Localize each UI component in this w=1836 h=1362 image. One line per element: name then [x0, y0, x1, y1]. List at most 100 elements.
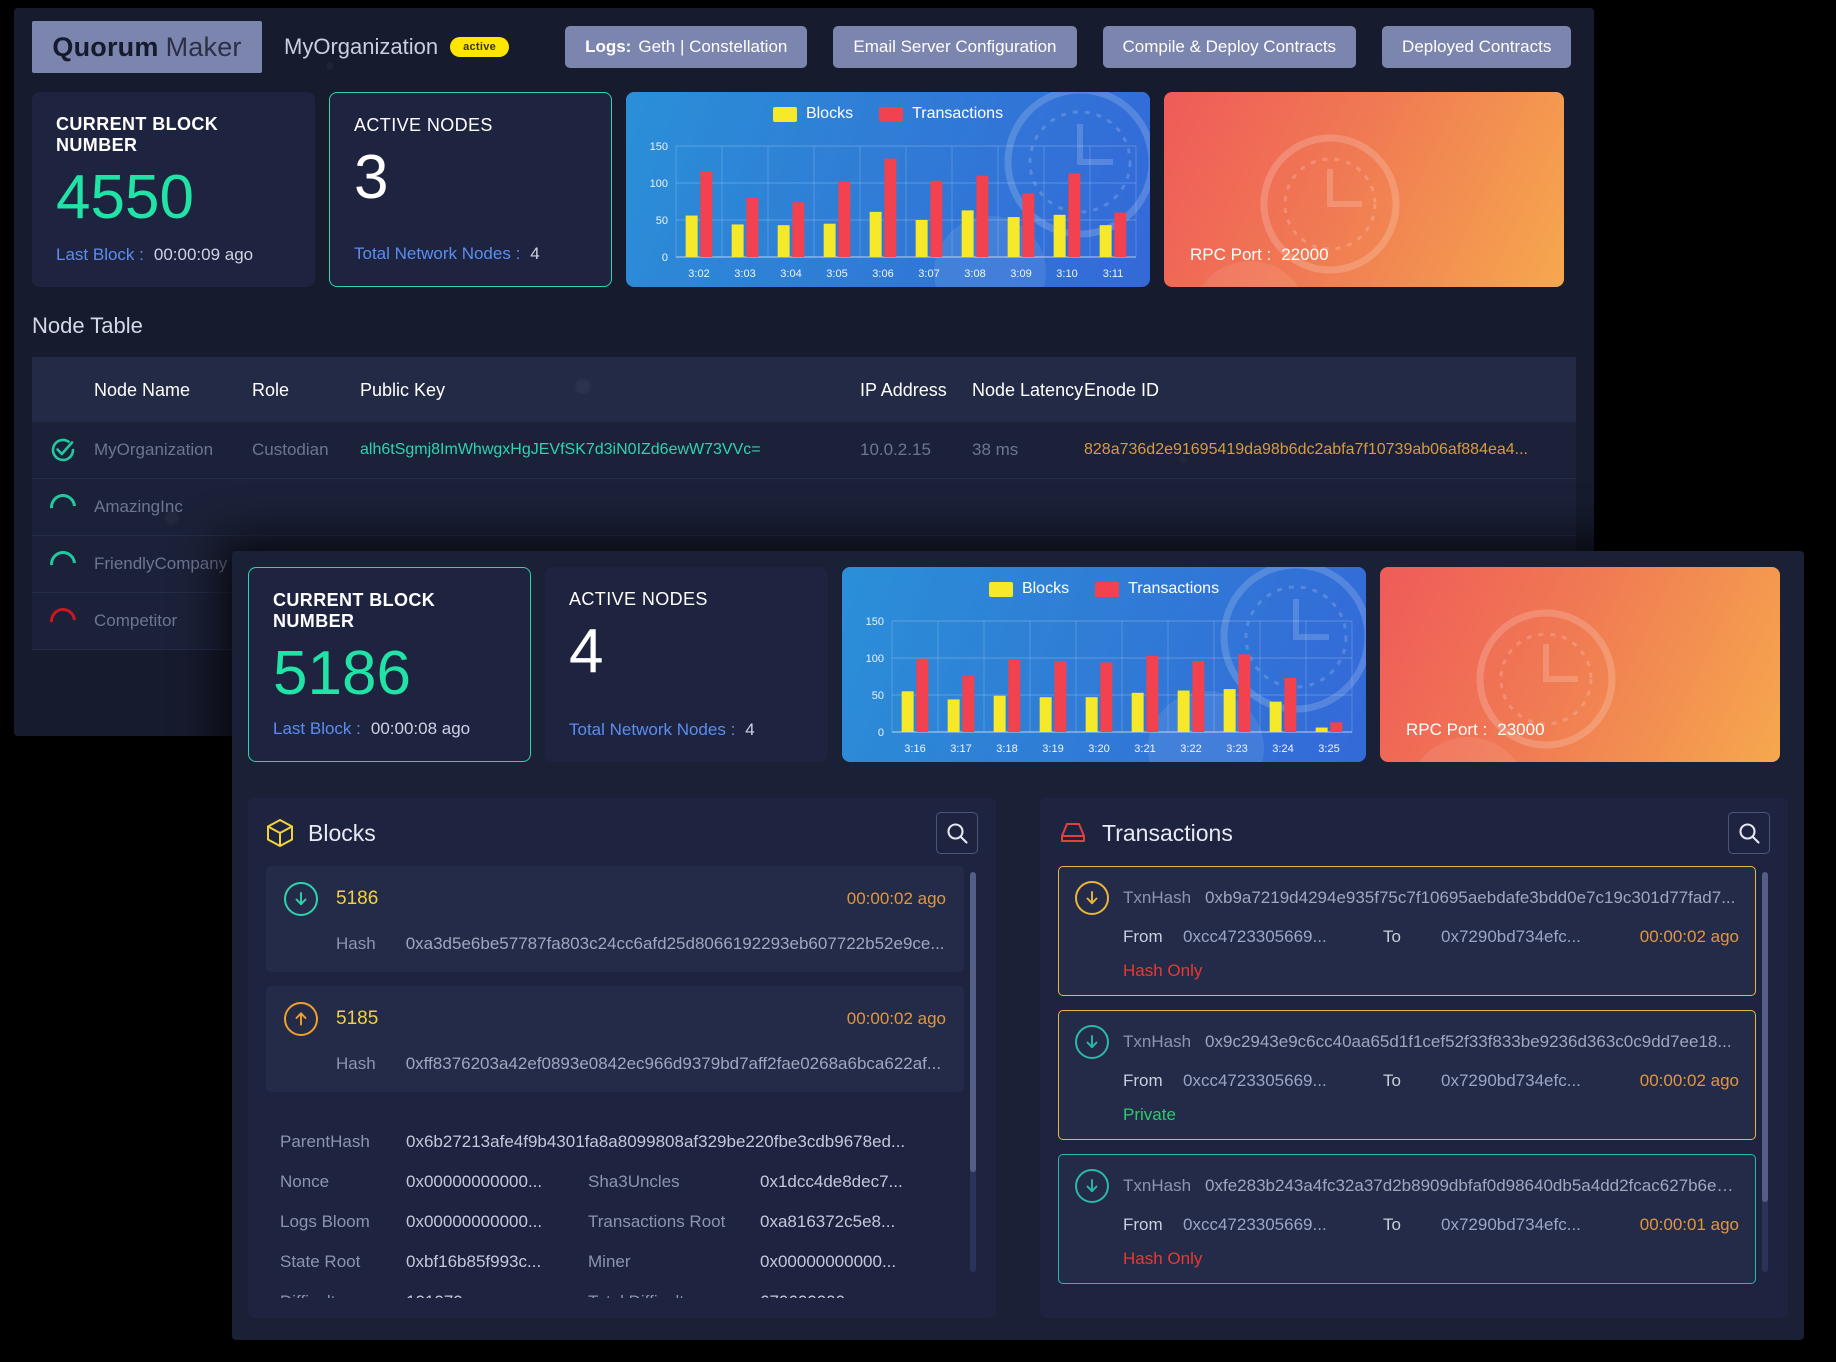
logs-label: Logs: [585, 37, 632, 56]
detail-row: State Root 0xbf16b85f993c... Miner 0x000… [280, 1252, 958, 1272]
privacy-tag-label: Hash Only [1123, 961, 1203, 980]
transactions-list[interactable]: TxnHash 0xb9a7219d4294e935f75c7f10695aeb… [1058, 866, 1770, 1298]
deployed-contracts-button[interactable]: Deployed Contracts [1382, 26, 1572, 68]
card-footer: Total Network Nodes : 4 [569, 720, 755, 740]
detail-value: 0x00000000000... [406, 1212, 543, 1231]
row-status [32, 545, 94, 583]
transactions-panel-header: Transactions [1058, 812, 1770, 866]
card-title: CURRENT BLOCK NUMBER [56, 114, 219, 155]
to-address: 0x7290bd734efc... [1441, 1071, 1581, 1090]
svg-text:3:17: 3:17 [950, 743, 971, 755]
row-status [32, 602, 94, 640]
rpc-port-value: 22000 [1281, 245, 1329, 264]
block-number: 5186 [336, 888, 379, 909]
list-item[interactable]: TxnHash 0x9c2943e9c6cc40aa65d1f1cef52f33… [1058, 1010, 1756, 1140]
block-details: ParentHash 0x6b27213afe4f9b4301fa8a80998… [266, 1106, 964, 1298]
privacy-tag-label: Private [1123, 1105, 1176, 1124]
detail-key: Transactions Root [588, 1212, 726, 1231]
arrow-down-circle-icon [1075, 1025, 1109, 1059]
active-nodes-value: 4 [569, 617, 604, 686]
detail-value: 0x1dcc4de8dec7... [760, 1172, 903, 1191]
svg-text:3:09: 3:09 [1010, 268, 1031, 280]
to-label: To [1383, 1071, 1401, 1090]
blocks-scrollbar[interactable] [970, 872, 976, 1272]
blocks-list[interactable]: 5186 00:00:02 ago Hash 0xa3d5e6be57787fa… [266, 866, 978, 1298]
organization-indicator: MyOrganization active [284, 34, 510, 60]
list-item[interactable]: TxnHash 0xb9a7219d4294e935f75c7f10695aeb… [1058, 866, 1756, 996]
svg-text:3:22: 3:22 [1180, 743, 1201, 755]
header-nav-buttons: Logs: Geth | Constellation Email Server C… [565, 26, 1572, 68]
transactions-scrollbar-thumb[interactable] [1762, 872, 1768, 1202]
total-network-nodes-label: Total Network Nodes : [569, 720, 736, 739]
brand-light: Maker [165, 31, 242, 62]
email-server-configuration-button[interactable]: Email Server Configuration [833, 26, 1077, 68]
svg-text:100: 100 [866, 653, 884, 665]
transaction-timestamp: 00:00:01 ago [1639, 1215, 1739, 1234]
detail-value: 0xa816372c5e8... [760, 1212, 896, 1231]
front-activity-chart-card: Blocks Transactions 0 50 100 150 3:16 3:17 3:1… [842, 567, 1366, 762]
svg-text:3:23: 3:23 [1226, 743, 1247, 755]
svg-text:3:10: 3:10 [1056, 268, 1077, 280]
transaction-privacy-tag: Private [1075, 1105, 1739, 1125]
block-hash-value: 0xa3d5e6be57787fa803c24cc6afd25d80661922… [405, 934, 945, 953]
to-label: To [1383, 1215, 1401, 1234]
svg-text:0: 0 [662, 252, 668, 264]
svg-text:3:25: 3:25 [1318, 743, 1339, 755]
compile-deploy-contracts-button[interactable]: Compile & Deploy Contracts [1102, 26, 1357, 68]
front-active-nodes-card: ACTIVE NODES 4 Total Network Nodes : 4 [545, 567, 828, 762]
loading-spinner-icon [44, 545, 82, 583]
from-address: 0xcc4723305669... [1183, 927, 1327, 946]
cube-icon [267, 818, 293, 848]
legend-swatch-blocks [988, 581, 1013, 597]
search-icon [947, 823, 968, 844]
transaction-hash-row: TxnHash 0xfe283b243a4fc32a37d2b8909dbfaf… [1075, 1169, 1739, 1203]
block-item-header: 5185 00:00:02 ago [284, 1002, 946, 1036]
txnhash-value: 0xb9a7219d4294e935f75c7f10695aebdafe3bdd… [1205, 888, 1736, 907]
legend-blocks: Blocks [772, 105, 853, 123]
detail-value: 0x00000000000... [760, 1252, 897, 1271]
status-badge: active [450, 37, 510, 57]
block-timestamp: 00:00:02 ago [846, 1009, 946, 1028]
from-address: 0xcc4723305669... [1183, 1215, 1327, 1234]
list-item[interactable]: TxnHash 0xfe283b243a4fc32a37d2b8909dbfaf… [1058, 1154, 1756, 1284]
list-item[interactable]: 5185 00:00:02 ago Hash 0xff8376203a42ef0… [266, 986, 964, 1092]
col-status [32, 379, 94, 402]
transactions-scrollbar[interactable] [1762, 872, 1768, 1272]
legend-label-blocks: Blocks [1021, 580, 1070, 597]
transactions-search-button[interactable] [1728, 812, 1770, 854]
rpc-port-value: 23000 [1497, 720, 1545, 739]
to-address: 0x7290bd734efc... [1441, 927, 1581, 946]
transactions-title-label: Transactions [1102, 819, 1233, 846]
foreground-dashboard-window: CURRENT BLOCK NUMBER 5186 Last Block : 0… [232, 551, 1804, 1340]
detail-key: Total Difficulty [588, 1292, 760, 1298]
app-header: Quorum Maker MyOrganization active Logs: G… [14, 8, 1594, 86]
active-nodes-value: 3 [354, 143, 389, 212]
list-item[interactable]: 5186 00:00:02 ago Hash 0xa3d5e6be57787fa… [266, 866, 964, 972]
arrow-down-circle-icon [284, 882, 318, 916]
to-address: 0x7290bd734efc... [1441, 1215, 1581, 1234]
legend-swatch-transactions [879, 106, 904, 122]
svg-text:0: 0 [878, 727, 884, 739]
card-title: ACTIVE NODES [569, 589, 708, 609]
detail-row: Nonce 0x00000000000... Sha3Uncles 0x1dcc… [280, 1172, 958, 1192]
legend-swatch-blocks [772, 106, 797, 122]
front-stat-cards: CURRENT BLOCK NUMBER 5186 Last Block : 0… [232, 551, 1804, 762]
back-active-nodes-card: ACTIVE NODES 3 Total Network Nodes : 4 [329, 92, 612, 287]
card-footer: RPC Port : 23000 [1406, 720, 1545, 740]
loading-spinner-icon [44, 488, 82, 526]
blocks-scrollbar-thumb[interactable] [970, 872, 976, 1172]
card-title: CURRENT BLOCK NUMBER [273, 590, 436, 631]
last-block-value: 00:00:09 ago [153, 245, 254, 264]
check-circle-icon [51, 438, 75, 462]
blocks-search-button[interactable] [936, 812, 978, 854]
transactions-panel-title: Transactions [1058, 820, 1233, 847]
arrow-down-circle-icon [1075, 881, 1109, 915]
table-row[interactable]: MyOrganization Custodian alh6tSgmj8ImWhw… [32, 422, 1576, 480]
txnhash-value: 0xfe283b243a4fc32a37d2b8909dbfaf0d98640d… [1205, 1176, 1739, 1195]
svg-text:3:21: 3:21 [1134, 743, 1155, 755]
table-row[interactable]: AmazingInc [32, 479, 1576, 537]
detail-key: Difficulty [280, 1292, 406, 1298]
logs-button[interactable]: Logs: Geth | Constellation [565, 26, 808, 68]
svg-text:3:18: 3:18 [996, 743, 1017, 755]
legend-blocks: Blocks [988, 580, 1070, 598]
